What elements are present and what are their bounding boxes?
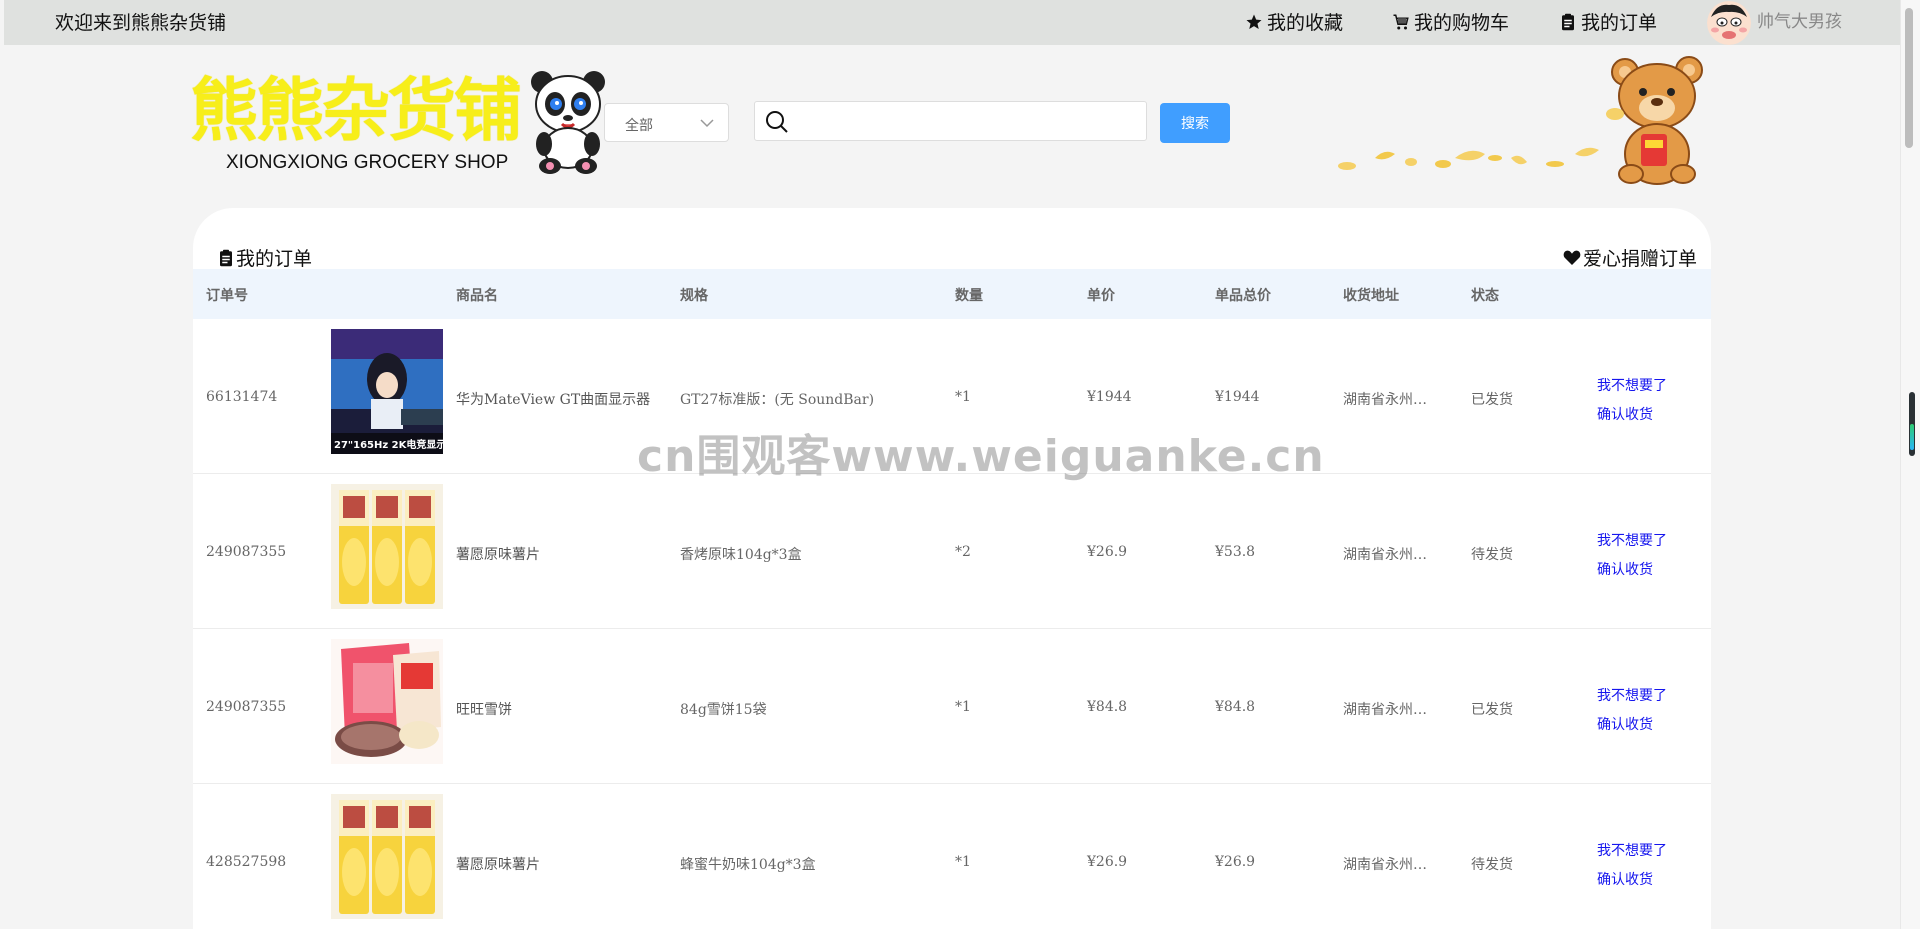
orders-card: 我的订单 爱心捐赠订单 订单号 商品名 规格 数量 单价 单品总价 收货地址 状… xyxy=(193,208,1711,929)
unit-price: ¥1944 xyxy=(1087,389,1132,405)
column-header-product-name: 商品名 xyxy=(456,288,498,304)
order-status: 已发货 xyxy=(1471,392,1513,408)
clipboard-icon xyxy=(1562,13,1574,30)
column-header-unit-price: 单价 xyxy=(1087,288,1115,304)
product-thumbnail[interactable]: 27"165Hz 2K电竞显示 xyxy=(331,329,443,454)
table-row: 249087355 薯愿原味薯片 香烤原味104g*3盒 *2 ¥26.9 ¥5… xyxy=(193,474,1711,629)
logo-title: 熊熊杂货铺 xyxy=(190,72,522,151)
confirm-receipt-link[interactable]: 确认收货 xyxy=(1597,869,1653,889)
product-quantity: *1 xyxy=(955,854,971,870)
nav-cart-label: 我的购物车 xyxy=(1414,12,1510,34)
nav-favorites[interactable]: 我的收藏 xyxy=(1245,8,1343,35)
unit-price: ¥26.9 xyxy=(1087,854,1128,870)
nav-favorites-label: 我的收藏 xyxy=(1267,12,1344,34)
search-button[interactable]: 搜索 xyxy=(1160,103,1230,143)
product-name[interactable]: 薯愿原味薯片 xyxy=(456,854,540,874)
table-row: 249087355 旺旺雪饼 84g雪饼15袋 *1 ¥84.8 ¥84.8 湖… xyxy=(193,629,1711,784)
logo-subtitle: XIONGXIONG GROCERY SHOP xyxy=(226,152,509,173)
top-bar: 欢迎来到熊熊杂货铺 我的收藏 我的购物车 我的订单 帅气大男孩 xyxy=(4,0,1900,45)
total-price: ¥26.9 xyxy=(1215,854,1256,870)
search-input[interactable] xyxy=(799,106,1139,136)
table-row: 428527598 薯愿原味薯片 蜂蜜牛奶味104g*3盒 *1 ¥26.9 ¥… xyxy=(193,784,1711,929)
bear-mascot-icon xyxy=(1606,56,1703,185)
product-quantity: *1 xyxy=(955,389,971,405)
product-name[interactable]: 旺旺雪饼 xyxy=(456,699,512,719)
nav-orders[interactable]: 我的订单 xyxy=(1559,8,1657,35)
product-thumbnail[interactable] xyxy=(331,484,443,609)
watermark: cn围观客www.weiguanke.cn xyxy=(637,431,1325,482)
scrollbar-thumb[interactable] xyxy=(1905,8,1913,148)
clipboard-icon xyxy=(220,249,232,266)
column-header-quantity: 数量 xyxy=(955,288,983,304)
total-price: ¥1944 xyxy=(1215,389,1260,405)
avatar xyxy=(1707,1,1751,45)
search-box[interactable] xyxy=(754,101,1147,141)
order-id: 249087355 xyxy=(206,544,287,560)
orders-title: 我的订单 xyxy=(218,244,312,271)
search-icon xyxy=(766,111,788,133)
donate-orders-link[interactable]: 爱心捐赠订单 xyxy=(1563,244,1697,271)
nav-orders-label: 我的订单 xyxy=(1581,12,1658,34)
unit-price: ¥84.8 xyxy=(1087,699,1128,715)
confirm-receipt-link[interactable]: 确认收货 xyxy=(1597,714,1653,734)
product-name[interactable]: 薯愿原味薯片 xyxy=(456,544,540,564)
panda-mascot-icon xyxy=(531,71,605,174)
order-status: 待发货 xyxy=(1471,547,1513,563)
donate-orders-label: 爱心捐赠订单 xyxy=(1582,248,1697,270)
column-header-status: 状态 xyxy=(1471,288,1499,304)
category-selected-label: 全部 xyxy=(625,118,653,134)
product-spec: 蜂蜜牛奶味104g*3盒 xyxy=(680,857,816,873)
total-price: ¥53.8 xyxy=(1215,544,1256,560)
total-price: ¥84.8 xyxy=(1215,699,1256,715)
product-spec: GT27标准版：(无 SoundBar) xyxy=(680,392,875,408)
column-header-order-id: 订单号 xyxy=(206,288,248,304)
order-status: 已发货 xyxy=(1471,702,1513,718)
order-status: 待发货 xyxy=(1471,857,1513,873)
cart-icon xyxy=(1393,14,1409,29)
site-logo[interactable]: 熊熊杂货铺 XIONGXIONG GROCERY SHOP xyxy=(190,72,540,182)
cancel-order-link[interactable]: 我不想要了 xyxy=(1597,530,1667,550)
confirm-receipt-link[interactable]: 确认收货 xyxy=(1597,404,1653,424)
orders-title-label: 我的订单 xyxy=(236,248,313,270)
product-quantity: *1 xyxy=(955,699,971,715)
shipping-address: 湖南省永州… xyxy=(1343,547,1427,563)
shipping-address: 湖南省永州… xyxy=(1343,392,1427,408)
orders-table-header: 订单号 商品名 规格 数量 单价 单品总价 收货地址 状态 xyxy=(193,269,1711,319)
potato-chips-decoration-icon xyxy=(1338,147,1599,170)
column-header-spec: 规格 xyxy=(680,288,708,304)
user-name: 帅气大男孩 xyxy=(1757,12,1842,32)
user-menu[interactable]: 帅气大男孩 xyxy=(1707,0,1842,45)
unit-price: ¥26.9 xyxy=(1087,544,1128,560)
product-name[interactable]: 华为MateView GT曲面显示器 xyxy=(456,389,650,409)
cancel-order-link[interactable]: 我不想要了 xyxy=(1597,685,1667,705)
welcome-text: 欢迎来到熊熊杂货铺 xyxy=(55,12,227,34)
order-id: 249087355 xyxy=(206,699,287,715)
column-header-total-price: 单品总价 xyxy=(1215,288,1271,304)
confirm-receipt-link[interactable]: 确认收货 xyxy=(1597,559,1653,579)
shipping-address: 湖南省永州… xyxy=(1343,702,1427,718)
product-thumbnail[interactable] xyxy=(331,639,443,764)
category-select[interactable]: 全部 xyxy=(604,103,729,142)
star-icon xyxy=(1246,14,1262,29)
order-id: 66131474 xyxy=(206,389,278,405)
product-quantity: *2 xyxy=(955,544,971,560)
cancel-order-link[interactable]: 我不想要了 xyxy=(1597,840,1667,860)
product-spec: 84g雪饼15袋 xyxy=(680,702,767,718)
chevron-down-icon xyxy=(700,119,714,128)
heart-icon xyxy=(1563,250,1581,265)
nav-cart[interactable]: 我的购物车 xyxy=(1392,8,1509,35)
column-header-address: 收货地址 xyxy=(1343,288,1399,304)
product-spec: 香烤原味104g*3盒 xyxy=(680,547,802,563)
thumbnail-caption: 27"165Hz 2K电竞显示 xyxy=(334,438,443,451)
side-widget-indicator xyxy=(1910,424,1914,450)
shipping-address: 湖南省永州… xyxy=(1343,857,1427,873)
cancel-order-link[interactable]: 我不想要了 xyxy=(1597,375,1667,395)
product-thumbnail[interactable] xyxy=(331,794,443,919)
order-id: 428527598 xyxy=(206,854,287,870)
